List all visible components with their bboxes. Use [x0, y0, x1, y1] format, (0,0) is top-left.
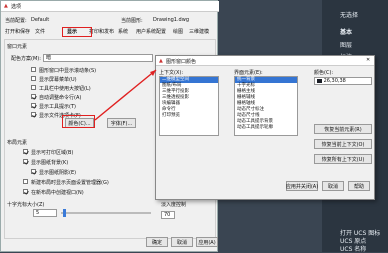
- right-panel-item: 基本: [340, 29, 353, 36]
- crosshair-size-label: 十字光标大小(Z): [7, 202, 45, 208]
- crosshair-slider[interactable]: [61, 212, 151, 214]
- list-item[interactable]: 打印预览: [160, 113, 218, 119]
- options-title: 选项: [11, 4, 22, 10]
- tab-user-preferences[interactable]: 用户系统配置: [136, 28, 166, 36]
- context-label: 上下文(X):: [159, 70, 184, 76]
- restore-all-button[interactable]: 恢复所有上下文(U): [314, 154, 372, 164]
- restore-context-button[interactable]: 恢复当前上下文(O): [314, 139, 372, 149]
- app-logo-icon: ▲: [4, 3, 8, 9]
- tab-plot-publish[interactable]: 打印和发布: [89, 28, 114, 36]
- checkbox-label: 显示图纸背景(K): [31, 160, 69, 166]
- paper-shadow-checkbox[interactable]: [31, 169, 36, 174]
- color-scheme-select[interactable]: 暗: [43, 54, 153, 62]
- checkbox-label: 在新布局中创建视口(N): [31, 190, 84, 196]
- window-elements-label: 窗口元素: [7, 44, 28, 50]
- checkbox-label: 显示图纸阴影(E): [39, 170, 77, 176]
- tab-drafting[interactable]: 绘图: [173, 28, 183, 36]
- color-dialog-title-bar: ▲ 图形窗口颜色 ✕: [156, 56, 374, 66]
- current-drawing-value: Drawing1.dwg: [153, 17, 189, 23]
- printable-area-checkbox[interactable]: [23, 149, 28, 154]
- color-value: 26,30,38: [323, 78, 346, 84]
- checkbox-label: 工具栏中使用大按钮(L): [39, 86, 91, 92]
- color-swatch: [317, 78, 322, 83]
- tab-system[interactable]: 系统: [118, 28, 128, 36]
- resize-cmdline-checkbox[interactable]: [31, 94, 36, 99]
- tab-open-save[interactable]: 打开和保存: [5, 28, 30, 36]
- context-list[interactable]: 二维模型空间 图纸/布局 三维平行投影 三维透视投影 块编辑器 命令行 打印预览: [159, 76, 219, 136]
- paper-bg-checkbox[interactable]: [23, 159, 28, 164]
- cancel-button[interactable]: 取消: [171, 237, 193, 247]
- scrollbar-checkbox[interactable]: [31, 67, 36, 72]
- color-scheme-label: 配色方案(M):: [11, 56, 41, 62]
- checkbox-label: 显示屏幕菜单(U): [39, 77, 77, 83]
- fade-value-input[interactable]: 70: [161, 211, 175, 219]
- color-label: 颜色(C):: [314, 70, 334, 76]
- screen-menu-checkbox[interactable]: [31, 76, 36, 81]
- tab-3d-modeling[interactable]: 三维建模: [189, 28, 209, 36]
- checkbox-label: 显示可打印区域(B): [31, 150, 74, 156]
- color-dialog-title: 图形窗口颜色: [166, 59, 197, 65]
- checkbox-label: 新建布局时显示页面设置管理器(G): [31, 180, 109, 186]
- close-icon[interactable]: ✕: [366, 57, 370, 63]
- list-item[interactable]: 动态工具提示轮廓: [235, 125, 297, 131]
- interface-elements-label: 界面元素(E):: [234, 70, 263, 76]
- highlight-colors-button: [62, 115, 95, 128]
- tab-files[interactable]: 文件: [35, 28, 45, 36]
- restore-element-button[interactable]: 恢复当前元素(R): [314, 124, 372, 134]
- interface-elements-list[interactable]: 统一背景 十字光标 栅格主线 栅格辅线 栅格轴线 动态尺寸标注 动态尺寸线 动态…: [234, 76, 298, 136]
- checkbox-label: 图形窗口中显示滚动条(S): [39, 68, 97, 74]
- drawing-window-colors-dialog: ▲ 图形窗口颜色 ✕ 上下文(X): 二维模型空间 图纸/布局 三维平行投影 三…: [155, 55, 375, 200]
- file-tabs-checkbox[interactable]: [31, 112, 36, 117]
- large-buttons-checkbox[interactable]: [31, 85, 36, 90]
- app-logo-icon: ▲: [159, 58, 163, 64]
- tooltips-checkbox[interactable]: [31, 103, 36, 108]
- current-drawing-label: 当前图形:: [121, 18, 143, 24]
- crosshair-slider-thumb[interactable]: [63, 209, 66, 217]
- color-cancel-button[interactable]: 取消: [322, 181, 344, 191]
- apply-close-button[interactable]: 应用并关闭(A): [286, 181, 318, 191]
- fade-control-label: 淡入度控制: [161, 202, 187, 208]
- page-setup-checkbox[interactable]: [23, 179, 28, 184]
- checkbox-label: 自动调整命令行(A): [39, 95, 82, 101]
- layout-elements-label: 布局元素: [7, 140, 28, 146]
- checkbox-label: 显示工具提示(T): [39, 104, 76, 110]
- color-select[interactable]: 26,30,38: [314, 77, 372, 85]
- ok-button[interactable]: 确定: [146, 237, 168, 247]
- color-help-button[interactable]: 帮助: [348, 181, 370, 191]
- highlight-display-tab: [62, 27, 92, 37]
- viewport-checkbox[interactable]: [23, 189, 28, 194]
- apply-button[interactable]: 应用(A): [196, 237, 218, 247]
- fonts-button[interactable]: 字体(F)...: [107, 118, 136, 128]
- right-panel-item: 图层: [340, 42, 353, 49]
- crosshair-size-input[interactable]: 5: [33, 209, 57, 217]
- current-profile-label: 当前配置:: [5, 18, 27, 24]
- options-title-bar: ▲ 选项: [1, 1, 219, 12]
- right-panel-item: 无选择: [340, 12, 359, 19]
- current-profile-value: Default: [31, 17, 50, 23]
